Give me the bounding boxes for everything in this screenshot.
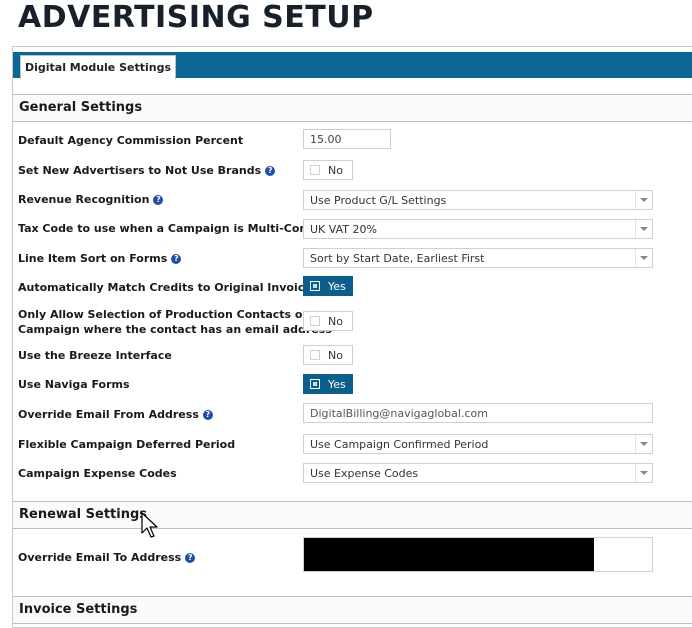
- section-general-settings: General Settings: [13, 94, 692, 122]
- chevron-down-icon: [635, 220, 652, 238]
- label-production-contacts: Only Allow Selection of Production Conta…: [18, 308, 332, 336]
- line-item-sort-select[interactable]: Sort by Start Date, Earliest First: [303, 248, 653, 268]
- label-email-from: Override Email From Address?: [18, 408, 213, 421]
- label-naviga-forms: Use Naviga Forms: [18, 378, 130, 391]
- breeze-toggle[interactable]: No: [303, 345, 353, 365]
- chevron-down-icon: [635, 249, 652, 267]
- help-icon[interactable]: ?: [202, 410, 213, 420]
- match-credits-toggle[interactable]: Yes: [303, 276, 353, 296]
- agency-commission-input[interactable]: 15.00: [303, 129, 391, 149]
- checkbox-icon: [310, 281, 320, 291]
- page-title: ADVERTISING SETUP: [18, 0, 374, 35]
- section-invoice-settings: Invoice Settings: [13, 596, 692, 624]
- label-no-brands: Set New Advertisers to Not Use Brands?: [18, 164, 276, 177]
- email-from-input[interactable]: DigitalBilling@navigaglobal.com: [303, 403, 653, 423]
- chevron-down-icon: [635, 191, 652, 209]
- section-renewal-settings: Renewal Settings: [13, 501, 692, 529]
- section-title: General Settings: [19, 100, 143, 115]
- label-email-to: Override Email To Address?: [18, 551, 196, 564]
- tax-code-select[interactable]: UK VAT 20%: [303, 219, 653, 239]
- help-icon[interactable]: ?: [265, 166, 276, 176]
- section-title: Invoice Settings: [19, 602, 138, 617]
- redacted-value: [304, 538, 594, 571]
- deferred-period-select[interactable]: Use Campaign Confirmed Period: [303, 434, 653, 454]
- chevron-down-icon: [635, 435, 652, 453]
- mouse-pointer-icon: [141, 512, 158, 538]
- label-deferred-period: Flexible Campaign Deferred Period: [18, 438, 236, 451]
- checkbox-icon: [310, 165, 320, 175]
- label-breeze: Use the Breeze Interface: [18, 349, 172, 362]
- label-line-item-sort: Line Item Sort on Forms?: [18, 252, 182, 265]
- label-agency-commission: Default Agency Commission Percent: [18, 134, 244, 147]
- no-brands-toggle[interactable]: No: [303, 160, 353, 180]
- help-icon[interactable]: ?: [185, 553, 196, 563]
- expense-codes-select[interactable]: Use Expense Codes: [303, 463, 653, 483]
- help-icon[interactable]: ?: [153, 195, 164, 205]
- chevron-down-icon: [635, 464, 652, 482]
- production-contacts-toggle[interactable]: No: [303, 311, 353, 331]
- revenue-recognition-select[interactable]: Use Product G/L Settings: [303, 190, 653, 210]
- label-match-credits: Automatically Match Credits to Original …: [18, 281, 333, 294]
- checkbox-icon: [310, 350, 320, 360]
- naviga-forms-toggle[interactable]: Yes: [303, 374, 353, 394]
- section-title: Renewal Settings: [19, 507, 148, 522]
- label-expense-codes: Campaign Expense Codes: [18, 467, 177, 480]
- label-revenue-recognition: Revenue Recognition?: [18, 193, 164, 206]
- tab-digital-module-settings[interactable]: Digital Module Settings: [20, 55, 176, 79]
- label-tax-code: Tax Code to use when a Campaign is Multi…: [18, 222, 342, 235]
- help-icon[interactable]: ?: [171, 254, 182, 264]
- checkbox-icon: [310, 316, 320, 326]
- email-to-input[interactable]: [303, 537, 653, 572]
- checkbox-icon: [310, 379, 320, 389]
